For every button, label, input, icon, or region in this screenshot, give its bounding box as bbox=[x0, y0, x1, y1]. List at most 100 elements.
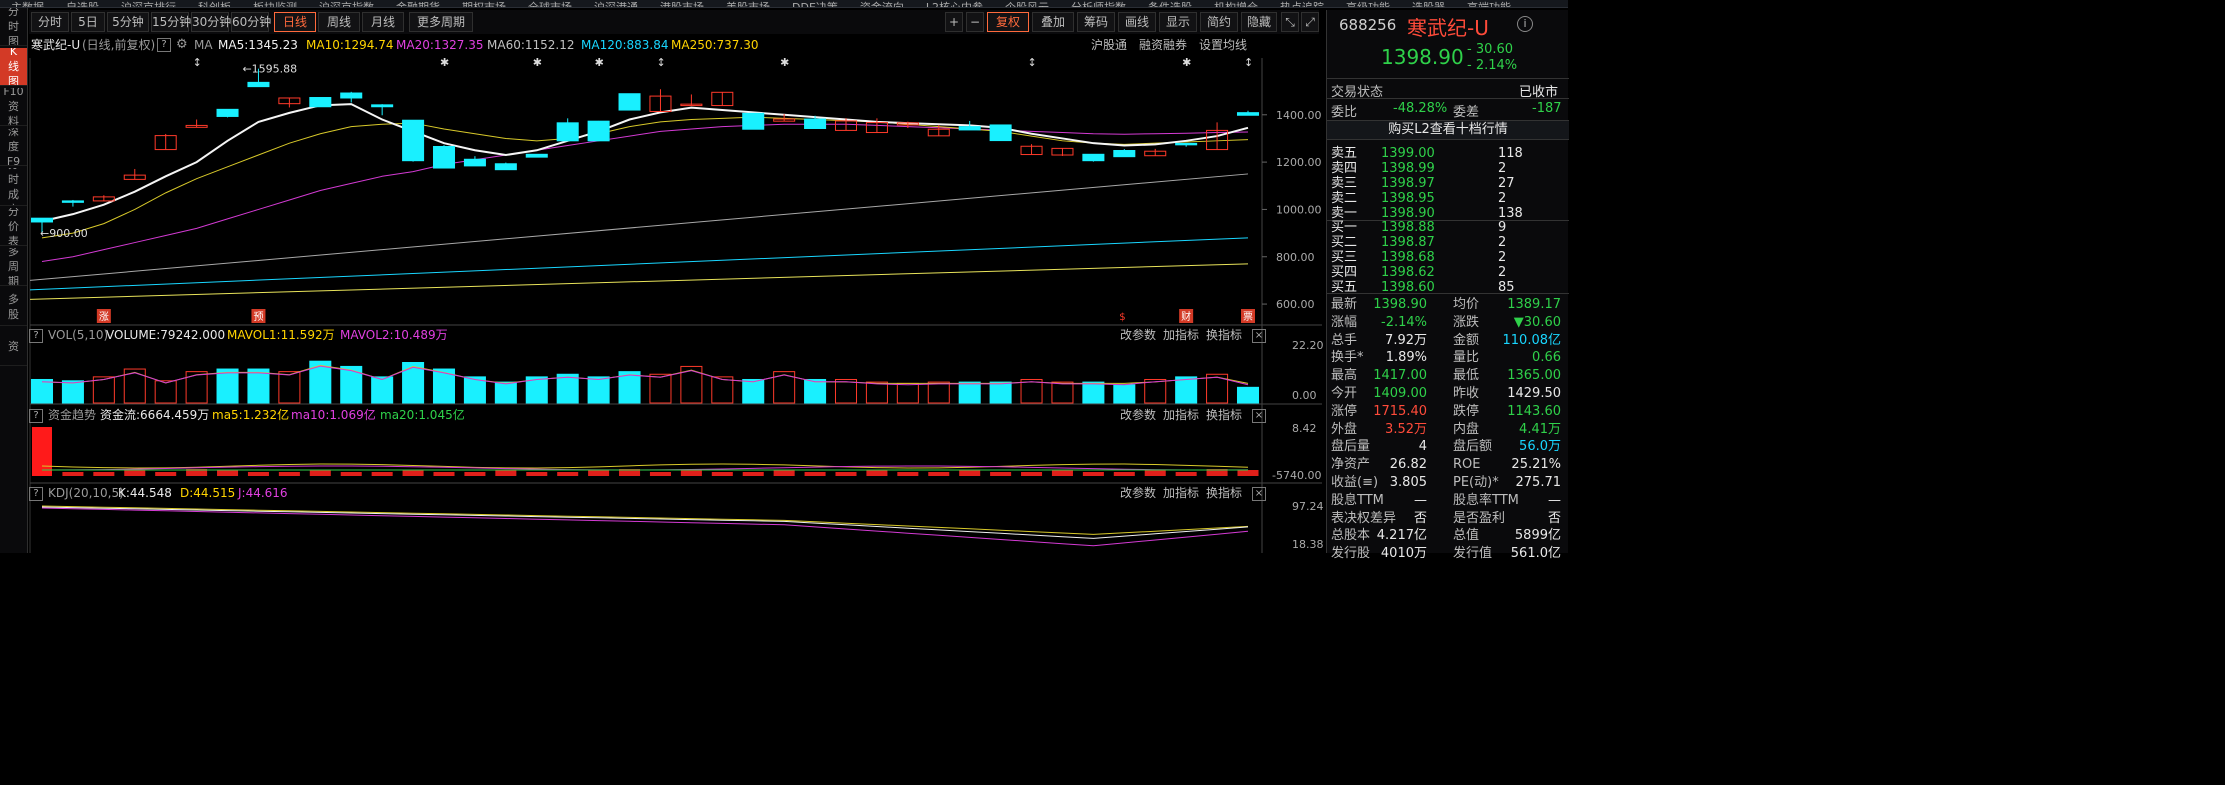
fund-bar bbox=[1021, 472, 1043, 476]
top-menu-item[interactable]: 高级功能 bbox=[1346, 2, 1390, 7]
volume-bar bbox=[958, 381, 981, 404]
fund-bar bbox=[495, 470, 517, 476]
fund-bar bbox=[1113, 472, 1135, 476]
candle-body bbox=[618, 93, 641, 111]
stat-value: 1409.00 bbox=[1373, 386, 1427, 401]
fund-bar bbox=[680, 470, 702, 476]
fund-close-icon[interactable]: × bbox=[1252, 409, 1266, 423]
volume-bar bbox=[30, 378, 54, 404]
stat-value: 56.0万 bbox=[1519, 439, 1561, 455]
vol-pane-header: ? VOL(5,10) VOLUME:79242.000 MAVOL1:11.5… bbox=[29, 326, 1319, 345]
vol-volume: VOLUME:79242.000 bbox=[106, 328, 226, 342]
vol-switch-indicator[interactable]: 换指标 bbox=[1206, 326, 1242, 345]
kdj-help-icon[interactable]: ? bbox=[29, 487, 43, 501]
stat-value: 1143.60 bbox=[1507, 403, 1561, 419]
fund-bar bbox=[588, 470, 610, 476]
kdj-d: D:44.515 bbox=[180, 486, 236, 500]
candle-body bbox=[340, 92, 363, 99]
stock-code: 688256 bbox=[1339, 16, 1397, 34]
star-marker: ↕ bbox=[656, 56, 665, 69]
volume-bar bbox=[1113, 384, 1136, 404]
l2-purchase-link[interactable]: 购买L2查看十档行情 bbox=[1327, 120, 1569, 140]
volume-bar bbox=[154, 380, 177, 404]
fund-bar bbox=[278, 472, 300, 476]
kline-chart[interactable]: 1400.00 1200.00 1000.00 800.00 600.00 ←1595.8… bbox=[0, 0, 1325, 553]
stat-value: 3.52万 bbox=[1385, 421, 1427, 437]
quote-panel: 688256 寒武纪-U i 1398.90 - 30.60 - 2.14% 交… bbox=[1326, 10, 1569, 561]
kdj-edit-params[interactable]: 改参数 bbox=[1120, 484, 1156, 503]
candle-body bbox=[463, 158, 486, 167]
candle-body bbox=[371, 104, 394, 108]
vol-help-icon[interactable]: ? bbox=[29, 329, 43, 343]
stat-value: 否 bbox=[1413, 510, 1427, 526]
top-menu-item[interactable]: 选股器 bbox=[1412, 2, 1445, 7]
stat-label: 股息TTM bbox=[1331, 492, 1384, 508]
fund-bar bbox=[928, 472, 950, 476]
volume-bar bbox=[278, 371, 301, 404]
vol-mavol2: MAVOL2:10.489万 bbox=[340, 328, 448, 342]
fund-bar bbox=[649, 472, 671, 476]
candle-body bbox=[61, 200, 84, 203]
kdj-add-indicator[interactable]: 加指标 bbox=[1163, 484, 1199, 503]
fund-bar bbox=[804, 472, 826, 476]
volume-bar bbox=[556, 373, 579, 404]
stat-value: 4010万 bbox=[1380, 546, 1427, 562]
fund-edit-params[interactable]: 改参数 bbox=[1120, 406, 1156, 425]
quote-price: 1398.90 bbox=[1381, 45, 1464, 69]
candle-body bbox=[989, 124, 1012, 142]
stat-row: 涨停 1715.40 跌停 1143.60 bbox=[1327, 403, 1569, 421]
kdj-switch-indicator[interactable]: 换指标 bbox=[1206, 484, 1242, 503]
fund-add-indicator[interactable]: 加指标 bbox=[1163, 406, 1199, 425]
y-tick-label: 1000.00 bbox=[1276, 203, 1322, 216]
fund-help-icon[interactable]: ? bbox=[29, 409, 43, 423]
fund-bar bbox=[155, 472, 177, 476]
stat-row: 涨幅 -2.14% 涨跌 ▼30.60 bbox=[1327, 314, 1569, 332]
fund-bar bbox=[866, 470, 888, 476]
star-marker: ✱ bbox=[595, 56, 604, 69]
candle-body bbox=[958, 126, 981, 131]
stat-row: 表决权差异否是否盈利否 bbox=[1327, 510, 1569, 528]
stat-row: 净资产 26.82 ROE 25.21% bbox=[1327, 456, 1569, 474]
fund-bar bbox=[93, 472, 115, 476]
candle-body bbox=[742, 112, 765, 130]
fund-bar bbox=[711, 472, 733, 476]
event-tag-label: 涨 bbox=[99, 311, 109, 323]
stat-label: 最低 bbox=[1453, 368, 1480, 384]
top-menu-item[interactable]: 高端功能 bbox=[1467, 2, 1511, 7]
stat-row: 换手* 1.89% 量比 0.66 bbox=[1327, 349, 1569, 367]
kdj-close-icon[interactable]: × bbox=[1252, 487, 1266, 501]
fund-bar bbox=[1237, 470, 1259, 476]
fund-bar bbox=[464, 472, 486, 476]
vol-name: VOL(5,10) bbox=[48, 328, 109, 342]
y-tick-label: 1400.00 bbox=[1276, 109, 1322, 122]
y-tick-label: 800.00 bbox=[1276, 251, 1315, 264]
stat-row: 最高 1417.00 最低 1365.00 bbox=[1327, 367, 1569, 385]
fund-bar bbox=[247, 472, 269, 476]
candle-body bbox=[432, 145, 456, 169]
volume-bar bbox=[216, 368, 239, 404]
stat-value: 1429.50 bbox=[1507, 386, 1561, 401]
stat-value: 否 bbox=[1547, 510, 1561, 526]
candle-body bbox=[30, 217, 54, 223]
volume-bar bbox=[1082, 381, 1105, 404]
fund-bar bbox=[959, 470, 981, 476]
stat-value: 3.805 bbox=[1389, 475, 1427, 490]
stat-label: 今开 bbox=[1331, 386, 1358, 401]
stat-value: — bbox=[1548, 492, 1561, 508]
ma60-line bbox=[29, 173, 1249, 281]
volume-bar bbox=[1020, 378, 1043, 404]
stat-label: 昨收 bbox=[1453, 386, 1480, 401]
info-icon[interactable]: i bbox=[1517, 16, 1533, 32]
stat-label: 发行股 bbox=[1331, 546, 1371, 562]
fund-bar bbox=[62, 472, 84, 476]
stat-label: 盘后额 bbox=[1453, 439, 1493, 455]
vol-add-indicator[interactable]: 加指标 bbox=[1163, 326, 1199, 345]
quote-stock-name: 寒武纪-U bbox=[1407, 16, 1489, 40]
low-marker: ←900.00 bbox=[40, 227, 88, 240]
vol-edit-params[interactable]: 改参数 bbox=[1120, 326, 1156, 345]
vol-close-icon[interactable]: × bbox=[1252, 329, 1266, 343]
fund-bar bbox=[773, 470, 795, 476]
fund-ma10: ma10:1.069亿 bbox=[291, 408, 376, 422]
fund-switch-indicator[interactable]: 换指标 bbox=[1206, 406, 1242, 425]
kdj-name: KDJ(20,10,5) bbox=[48, 486, 124, 500]
